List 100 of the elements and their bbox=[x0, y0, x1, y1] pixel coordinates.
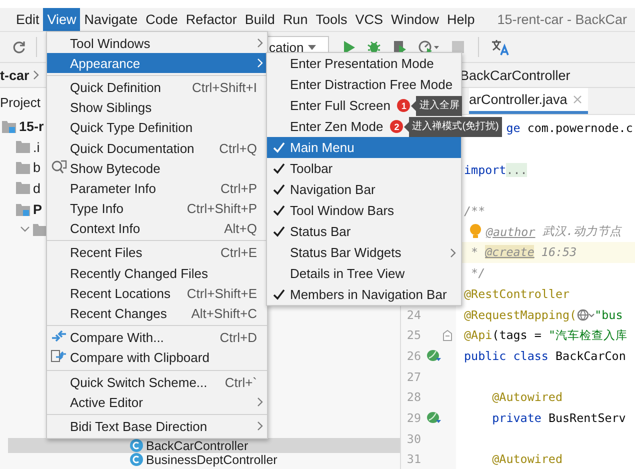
window-title: 15-rent-car - BackCar bbox=[497, 11, 628, 29]
menu-item[interactable]: Navigation Bar bbox=[267, 179, 461, 200]
code-token: "bus bbox=[594, 308, 623, 322]
folder-icon bbox=[16, 162, 30, 174]
line-number: 31 bbox=[406, 452, 421, 466]
code-token: * bbox=[470, 245, 480, 260]
tooltip: 进入全屏 bbox=[411, 96, 462, 116]
menu-item[interactable]: Enter Distraction Free Mode bbox=[267, 74, 461, 95]
menu-item[interactable]: Show Bytecode bbox=[47, 158, 267, 178]
menu-item[interactable]: Parameter Info Ctrl+P bbox=[47, 178, 267, 198]
code-token: import bbox=[464, 162, 506, 177]
line-number: 25 bbox=[406, 328, 421, 342]
run-icon[interactable] bbox=[343, 40, 355, 54]
menu-item[interactable]: View bbox=[43, 8, 80, 31]
bean-icon[interactable] bbox=[427, 349, 441, 362]
class-icon bbox=[130, 453, 143, 466]
line-number: 28 bbox=[406, 390, 421, 404]
tooltip: 进入禅模式(免打扰) bbox=[404, 116, 502, 136]
tree-item[interactable]: P bbox=[33, 202, 42, 217]
breadcrumb[interactable]: t-car bbox=[0, 68, 30, 82]
menu-item[interactable]: Members in Navigation Bar bbox=[267, 284, 461, 305]
menu-item[interactable]: Status Bar Widgets bbox=[267, 242, 461, 263]
code-token: /** bbox=[464, 204, 486, 218]
tree-item[interactable]: d bbox=[33, 180, 41, 196]
line-number: 24 bbox=[406, 308, 421, 322]
line-number: 26 bbox=[406, 348, 421, 363]
line-number: 30 bbox=[406, 432, 421, 446]
menu-item[interactable]: Code bbox=[142, 8, 182, 31]
menu-item[interactable]: Quick Definition Ctrl+Shift+I bbox=[47, 77, 267, 98]
menu-item[interactable]: Quick Documentation Ctrl+Q bbox=[47, 138, 267, 158]
dropdown-caret-icon bbox=[308, 44, 316, 50]
menu-item[interactable]: Quick Type Definition bbox=[47, 118, 267, 138]
number-badge: 1 bbox=[397, 99, 410, 112]
bytecode-icon bbox=[51, 160, 67, 174]
menu-item[interactable]: Recent Changes Alt+Shift+C bbox=[47, 303, 267, 324]
menu-item[interactable]: Details in Tree View bbox=[267, 263, 461, 284]
module-folder-icon bbox=[2, 120, 16, 133]
menu-item[interactable]: Recently Changed Files bbox=[47, 263, 267, 284]
menu-item[interactable]: Bidi Text Base Direction bbox=[47, 416, 267, 437]
menu-item[interactable]: Compare With... Ctrl+D bbox=[47, 328, 267, 348]
fold-icon[interactable] bbox=[443, 330, 452, 341]
number-badge: 2 bbox=[390, 120, 404, 133]
tree-item[interactable]: 15-r bbox=[19, 118, 44, 134]
code-token: public class bbox=[464, 348, 548, 363]
menu-item[interactable]: Appearance bbox=[47, 53, 267, 74]
profiler-icon[interactable] bbox=[418, 40, 440, 54]
menu-item[interactable]: Run bbox=[278, 8, 312, 31]
menu-item[interactable]: Enter Full Screen 1 进入全屏 bbox=[267, 95, 461, 116]
menu-item[interactable]: Build bbox=[240, 8, 279, 31]
menu-item[interactable]: Tools bbox=[312, 8, 352, 31]
menu-item[interactable]: Type Info Ctrl+Shift+P bbox=[47, 198, 267, 219]
panel-title[interactable]: Project bbox=[0, 94, 40, 110]
code-token: @RestController bbox=[464, 286, 570, 301]
menu-item[interactable]: Tool Window Bars bbox=[267, 200, 461, 221]
code-token: @create bbox=[485, 245, 534, 260]
menu-item[interactable]: Active Editor bbox=[47, 392, 267, 412]
line-number: 27 bbox=[406, 370, 421, 384]
coverage-icon[interactable] bbox=[393, 40, 407, 54]
tree-item[interactable]: BackCarController bbox=[8, 438, 400, 453]
code-token: 16:53 bbox=[540, 245, 577, 260]
menu-item[interactable]: Main Menu bbox=[267, 137, 461, 158]
tree-item[interactable]: b bbox=[33, 160, 41, 176]
menu-item[interactable]: Context Info Alt+Q bbox=[47, 218, 267, 239]
menu-item[interactable]: Quick Switch Scheme... Ctrl+` bbox=[47, 372, 267, 392]
class-icon bbox=[130, 439, 143, 452]
code-token: private bbox=[492, 410, 542, 425]
code-token: */ bbox=[470, 266, 486, 280]
code-token: ge bbox=[506, 121, 520, 136]
menu-item[interactable]: Recent Locations Ctrl+Shift+E bbox=[47, 283, 267, 304]
code-token: "汽车检查入库 bbox=[548, 328, 628, 343]
menu-item[interactable]: VCS bbox=[351, 8, 387, 31]
menu-item[interactable]: Tool Windows bbox=[47, 33, 267, 54]
menu-item[interactable]: Show Siblings bbox=[47, 98, 267, 118]
menu-item[interactable]: Edit bbox=[12, 8, 44, 31]
tooltip-pointer bbox=[411, 100, 416, 110]
folder-icon bbox=[16, 141, 30, 154]
tooltip-pointer bbox=[404, 122, 410, 132]
menu-item[interactable]: Navigate bbox=[80, 8, 142, 31]
menu-item[interactable]: Compare with Clipboard bbox=[47, 348, 267, 368]
globe-icon[interactable] bbox=[576, 308, 595, 321]
bug-icon[interactable] bbox=[367, 40, 381, 54]
refresh-icon[interactable] bbox=[12, 40, 26, 54]
menu-item[interactable]: Recent Files Ctrl+E bbox=[47, 242, 267, 264]
bean-icon[interactable] bbox=[427, 411, 441, 424]
breadcrumb[interactable]: BackCarController bbox=[460, 68, 570, 82]
line-number: 29 bbox=[406, 410, 421, 425]
code-token: 武汉.动力节点 bbox=[541, 224, 622, 240]
translate-icon[interactable] bbox=[491, 38, 511, 56]
menu-item[interactable]: Help bbox=[443, 8, 479, 31]
menu-item[interactable]: Refactor bbox=[182, 8, 241, 31]
clipboard-compare-icon bbox=[51, 349, 67, 364]
menu-item[interactable]: Toolbar bbox=[267, 158, 461, 179]
code-token: (tags = bbox=[492, 328, 542, 342]
menu-item[interactable]: Status Bar bbox=[267, 221, 461, 242]
compare-icon bbox=[51, 329, 67, 344]
menu-item[interactable]: Window bbox=[386, 8, 443, 31]
editor-tab[interactable]: arController.java bbox=[469, 88, 588, 114]
tree-item[interactable]: .i bbox=[33, 140, 40, 155]
tree-item[interactable]: BusinessDeptController bbox=[8, 453, 400, 469]
code-token: @Api bbox=[464, 328, 492, 342]
